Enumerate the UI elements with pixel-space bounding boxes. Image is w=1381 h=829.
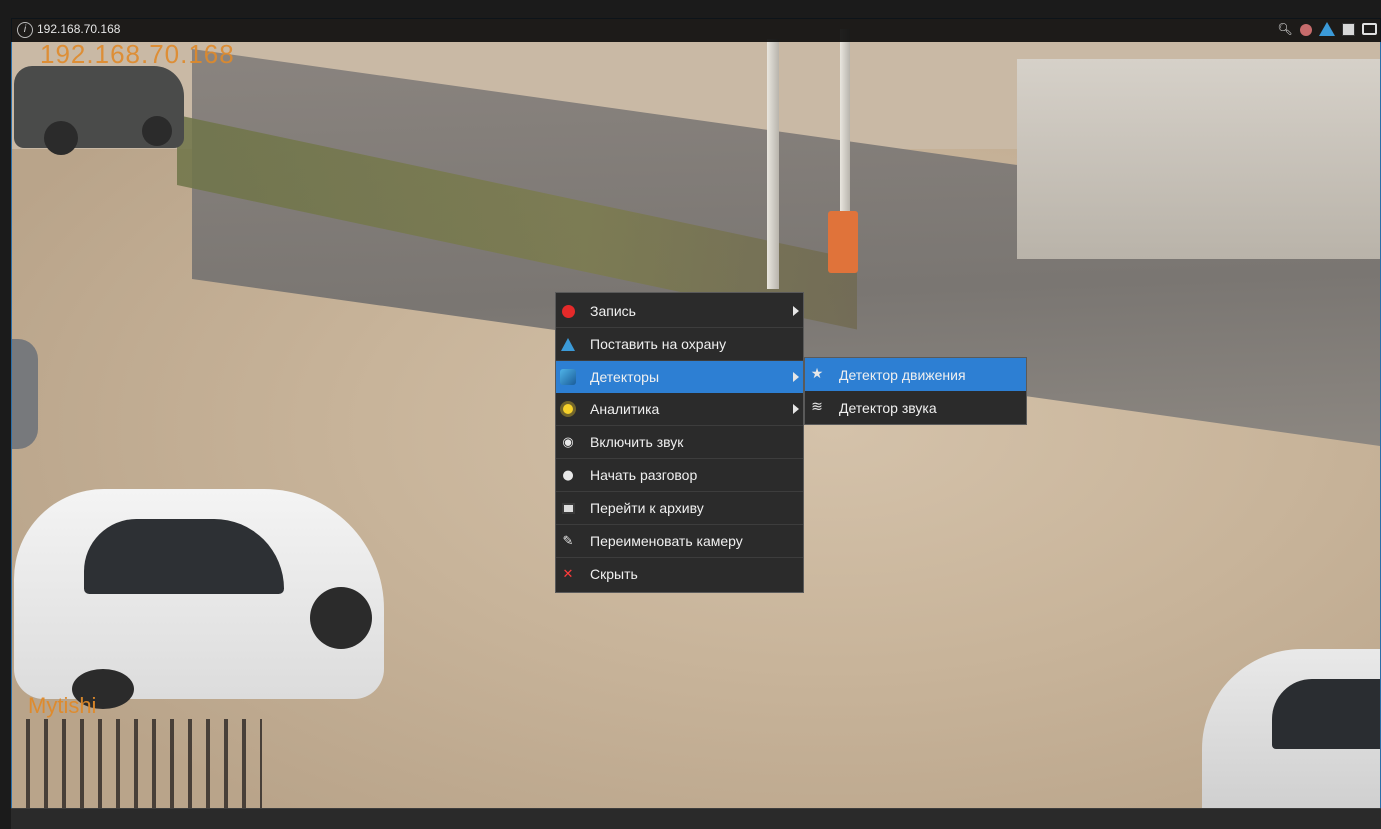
camera-toolbar: 🔍︎ bbox=[1277, 21, 1377, 37]
context-menu: Запись Поставить на охрану Детекторы Ана… bbox=[555, 292, 804, 593]
speaker-icon: ◉ bbox=[562, 434, 574, 450]
snapshot-icon[interactable] bbox=[1361, 21, 1377, 37]
scene-barrier-pole bbox=[840, 29, 850, 219]
menu-item-label: Перейти к архиву bbox=[590, 500, 704, 516]
osd-camera-name: Mytishi bbox=[28, 693, 97, 718]
microphone-icon: ● bbox=[562, 467, 574, 483]
menu-item-label: Переименовать камеру bbox=[590, 533, 743, 549]
sound-wave-icon: ≋ bbox=[811, 399, 823, 415]
menu-item-label: Запись bbox=[590, 303, 636, 319]
osd-ip-address: 192.168.70.168 bbox=[40, 39, 235, 69]
arm-icon bbox=[560, 336, 576, 352]
submenu-item-label: Детектор звука bbox=[839, 399, 937, 416]
zoom-icon[interactable]: 🔍︎ bbox=[1277, 21, 1293, 37]
menu-item-label: Скрыть bbox=[590, 566, 638, 582]
running-man-icon: ★ bbox=[810, 366, 824, 382]
menu-item-detectors[interactable]: Детекторы bbox=[556, 361, 803, 393]
menu-item-hide[interactable]: ✕ Скрыть bbox=[556, 558, 803, 590]
camera-title-bar: i 192.168.70.168 🔍︎ bbox=[11, 18, 1381, 42]
submenu-item-label: Детектор движения bbox=[839, 366, 966, 383]
analytics-icon bbox=[560, 401, 576, 417]
submenu-arrow-icon bbox=[793, 372, 799, 382]
menu-item-archive[interactable]: Перейти к архиву bbox=[556, 492, 803, 525]
scene-car-white bbox=[14, 489, 384, 709]
menu-item-record[interactable]: Запись bbox=[556, 295, 803, 328]
pencil-icon: ✎ bbox=[562, 533, 574, 549]
submenu-item-motion-detector[interactable]: ★ Детектор движения bbox=[805, 358, 1026, 391]
archive-icon bbox=[560, 500, 576, 516]
menu-item-label: Детекторы bbox=[590, 369, 660, 385]
scene-pole bbox=[767, 39, 779, 289]
menu-item-label: Начать разговор bbox=[590, 467, 698, 483]
menu-item-arm[interactable]: Поставить на охрану bbox=[556, 328, 803, 361]
menu-item-label: Аналитика bbox=[590, 401, 660, 417]
menu-item-rename[interactable]: ✎ Переименовать камеру bbox=[556, 525, 803, 558]
info-icon[interactable]: i bbox=[17, 22, 33, 38]
submenu-arrow-icon bbox=[793, 404, 799, 414]
menu-item-label: Включить звук bbox=[590, 434, 684, 450]
scene-wall bbox=[1017, 59, 1380, 259]
submenu-arrow-icon bbox=[793, 306, 799, 316]
menu-item-label: Поставить на охрану bbox=[590, 336, 727, 352]
scene-barrier-box bbox=[828, 211, 858, 273]
scene-car-edge bbox=[12, 339, 38, 449]
bottom-bar bbox=[11, 808, 1381, 829]
detectors-submenu: ★ Детектор движения ≋ Детектор звука bbox=[804, 357, 1027, 425]
arm-icon[interactable] bbox=[1319, 21, 1335, 37]
detectors-icon bbox=[560, 369, 576, 385]
archive-icon[interactable] bbox=[1340, 21, 1356, 37]
scene-car-dark bbox=[14, 66, 184, 155]
hide-icon: ✕ bbox=[562, 566, 574, 582]
camera-title: 192.168.70.168 bbox=[37, 22, 121, 36]
menu-item-analytics[interactable]: Аналитика bbox=[556, 393, 803, 426]
menu-item-sound[interactable]: ◉ Включить звук bbox=[556, 426, 803, 459]
submenu-item-sound-detector[interactable]: ≋ Детектор звука bbox=[805, 391, 1026, 424]
menu-item-talk[interactable]: ● Начать разговор bbox=[556, 459, 803, 492]
record-icon bbox=[560, 303, 576, 319]
record-icon[interactable] bbox=[1298, 21, 1314, 37]
